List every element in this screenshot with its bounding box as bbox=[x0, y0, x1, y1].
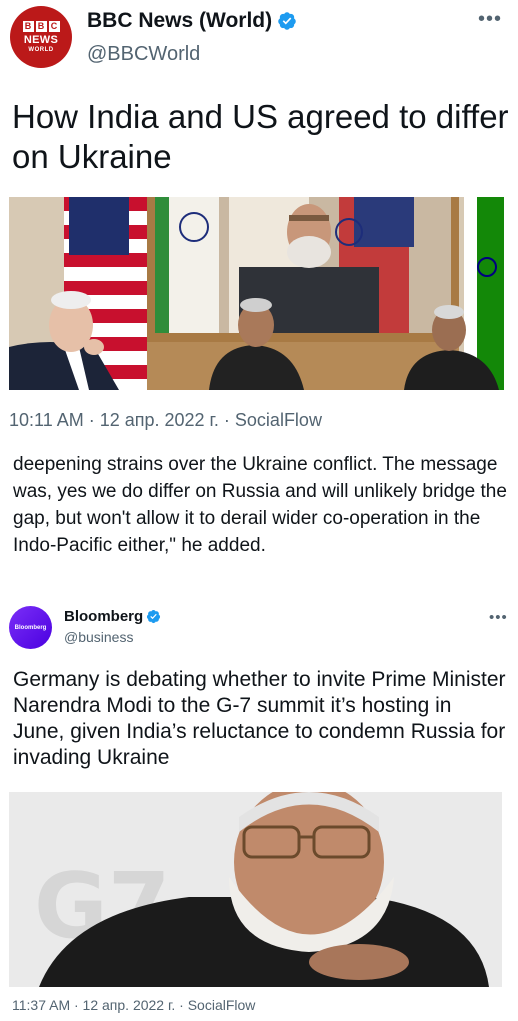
author-handle[interactable]: @business bbox=[64, 629, 133, 645]
author-name-text: Bloomberg bbox=[64, 608, 144, 625]
quoted-text: deepening strains over the Ukraine confl… bbox=[13, 454, 507, 556]
author-handle[interactable]: @BBCWorld bbox=[87, 43, 200, 66]
verified-badge-icon bbox=[278, 12, 296, 30]
author-name-text: BBC News (World) bbox=[87, 9, 273, 32]
more-options-icon[interactable]: ••• bbox=[489, 610, 508, 625]
bloomberg-avatar[interactable]: Bloomberg bbox=[9, 606, 52, 649]
bloomberg-avatar-text: Bloomberg bbox=[14, 624, 47, 631]
bbc-logo-blocks: B B C bbox=[22, 20, 60, 32]
tweet-timestamp[interactable]: 11:37 AM · 12 апр. 2022 г. · SocialFlow bbox=[12, 997, 255, 1013]
bbc-avatar-world: WORLD bbox=[28, 46, 54, 53]
bbc-block-c: C bbox=[48, 20, 60, 32]
more-options-icon[interactable]: ••• bbox=[478, 9, 502, 29]
bbc-avatar-news: NEWS bbox=[23, 33, 59, 46]
bbc-block-b1: B bbox=[22, 20, 34, 32]
verified-badge-icon bbox=[147, 609, 161, 624]
modi-photo-illustration: G7 bbox=[9, 792, 502, 987]
tweet-header: B B C NEWS WORLD BBC News (World) @BBCWo… bbox=[0, 0, 518, 80]
tweet-text: Germany is debating whether to invite Pr… bbox=[13, 668, 506, 769]
bbc-news-avatar[interactable]: B B C NEWS WORLD bbox=[10, 6, 72, 68]
tweet-photo-modi[interactable]: G7 bbox=[9, 792, 502, 987]
bbc-block-b2: B bbox=[35, 20, 47, 32]
meeting-photo-illustration bbox=[9, 197, 504, 390]
tweet-timestamp[interactable]: 10:11 AM · 12 апр. 2022 г. · SocialFlow bbox=[9, 410, 322, 431]
tweet-photo-meeting[interactable] bbox=[9, 197, 504, 390]
tweet-headline: How India and US agreed to differ on Ukr… bbox=[12, 98, 509, 175]
author-name[interactable]: BBC News (World) bbox=[87, 9, 297, 33]
author-name[interactable]: Bloomberg bbox=[64, 608, 161, 625]
